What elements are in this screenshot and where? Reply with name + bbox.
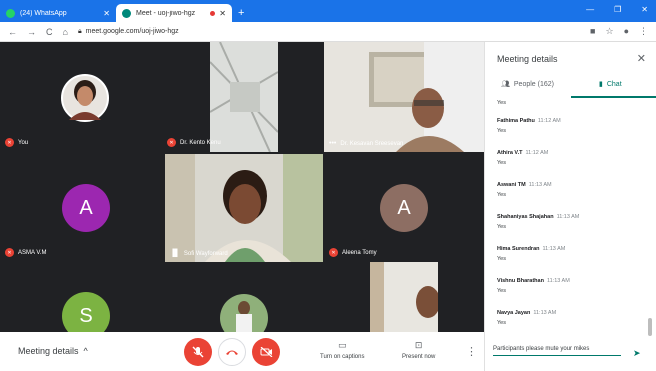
panel-title: Meeting details [497,54,558,64]
participant-name: ▐▌ Sofi Wayforward [170,250,228,257]
camera-off-icon [260,347,272,357]
video-feed [165,154,323,262]
participant-tile[interactable] [324,262,484,332]
mic-off-icon: ✕ [329,248,338,257]
video-feed [220,294,268,332]
close-icon[interactable]: ✕ [637,52,646,65]
avatar: A [380,184,428,232]
participant-tile[interactable]: ✕ You [0,42,162,152]
video-grid: ✕ You ✕ Dr. Kento Kenu ••• Dr. Kesavan S [0,42,484,332]
close-icon[interactable]: ✕ [103,9,110,18]
mic-toggle-button[interactable] [184,338,212,366]
participant-name: ✕ Dr. Kento Kenu [167,138,221,147]
new-tab-button[interactable]: + [238,4,244,22]
more-options-icon[interactable]: ⋮ [466,345,477,358]
person-photo [63,76,107,120]
lock-icon: 🔒︎ [77,27,82,35]
mic-off-icon: ✕ [5,248,14,257]
speaking-icon: ▐▌ [170,250,180,257]
url-text: meet.google.com/uoj-jiwo-hgz [85,28,179,35]
captions-button[interactable]: ▭ Turn on captions [320,340,364,360]
chat-icon: ▮ [599,81,603,88]
window-controls: — ❐ ✕ [586,5,648,14]
tab-chat[interactable]: ▮ Chat [599,80,622,89]
video-feed [210,42,278,152]
meeting-details-panel: Meeting details ✕ 👥︎ People (162) ▮ Chat… [484,42,656,371]
mic-off-icon: ✕ [167,138,176,147]
home-icon[interactable]: ⌂ [63,27,68,37]
chat-message: Hima Surendran 11:13 AM Yes [497,246,566,262]
participant-tile[interactable]: A ✕ ASMA V.M [0,152,162,262]
tab-whatsapp[interactable]: (24) WhatsApp ✕ [0,4,116,22]
chat-message: Athira V.T 11:12 AM Yes [497,150,549,166]
participant-name: ••• Dr. Kesavan Sreesevan [329,140,404,147]
camera-toggle-button[interactable] [252,338,280,366]
minimize-icon[interactable]: — [586,5,594,14]
participant-tile[interactable]: ✕ Dr. Kento Kenu [162,42,324,152]
tab-indicator [571,96,656,98]
avatar: A [62,184,110,232]
reload-icon[interactable]: C [46,27,53,37]
browser-tab-bar: (24) WhatsApp ✕ Meet - uoj-jiwo-hgz ✕ + … [0,0,656,22]
captions-icon: ▭ [337,340,347,350]
participant-tile[interactable]: ••• Dr. Kesavan Sreesevan [324,42,484,152]
video-feed [370,262,438,332]
present-icon: ⊡ [414,340,423,350]
camera-icon[interactable]: ■ [590,26,595,37]
avatar: S [62,292,110,332]
avatar [61,74,109,122]
participant-name: ✕ You [5,138,28,147]
end-call-button[interactable] [218,338,246,366]
chat-message: Shahaniyas Shajahan 11:13 AM Yes [497,214,580,230]
close-window-icon[interactable]: ✕ [641,5,648,14]
back-icon[interactable]: ← [8,27,17,37]
people-icon: 👥︎ [501,81,510,88]
mic-off-icon: ✕ [5,138,14,147]
hangup-icon [226,350,238,355]
tab-people[interactable]: 👥︎ People (162) [501,80,554,89]
chat-message: Fathima Pathu 11:12 AM Yes [497,118,561,134]
whatsapp-icon [6,8,15,18]
present-button[interactable]: ⊡ Present now [402,340,435,360]
maximize-icon[interactable]: ❐ [614,5,621,14]
star-icon[interactable]: ☆ [605,26,613,37]
chat-scrollbar[interactable] [648,318,652,336]
chevron-up-icon: ^ [83,346,88,356]
tab-meet[interactable]: Meet - uoj-jiwo-hgz ✕ [116,4,232,22]
more-icon: ••• [329,140,337,147]
chat-message: Aswani TM 11:13 AM Yes [497,182,552,198]
close-icon[interactable]: ✕ [219,9,226,18]
meeting-details-button[interactable]: Meeting details ^ [18,346,88,356]
menu-icon[interactable]: ⋮ [639,26,648,37]
mic-off-icon [192,346,204,358]
chat-message: Vishnu Bharathan 11:13 AM Yes [497,278,570,294]
url-field[interactable]: 🔒︎ meet.google.com/uoj-jiwo-hgz [78,28,590,36]
recording-icon [210,10,216,16]
participant-name: ✕ Aleena Tomy [329,248,377,257]
chat-message-list: Yes Fathima Pathu 11:12 AM Yes Athira V.T… [485,100,656,338]
participant-name: ✕ ASMA V.M [5,248,46,257]
meet-icon [122,8,131,18]
chat-message: Navya Jayan 11:13 AM Yes [497,310,557,326]
bottom-control-bar: Meeting details ^ ▭ Turn on captions ⊡ P… [0,332,484,371]
tab-label: Meet - uoj-jiwo-hgz [136,9,196,17]
tab-label: (24) WhatsApp [20,9,67,17]
video-feed [324,42,484,152]
forward-icon[interactable]: → [27,27,36,37]
send-icon[interactable]: ➤ [633,348,641,359]
participant-tile[interactable]: A ✕ Aleena Tomy [324,152,484,262]
address-bar: ← → C ⌂ 🔒︎ meet.google.com/uoj-jiwo-hgz … [0,22,656,42]
chat-message: Yes [497,100,506,106]
chat-input[interactable]: Participants please mute your mikes [493,346,621,356]
participant-tile[interactable] [162,262,324,332]
participant-tile-active[interactable]: ▐▌ Sofi Wayforward [165,154,323,262]
participant-tile[interactable]: S [0,262,162,332]
account-icon[interactable]: ● [624,26,629,37]
